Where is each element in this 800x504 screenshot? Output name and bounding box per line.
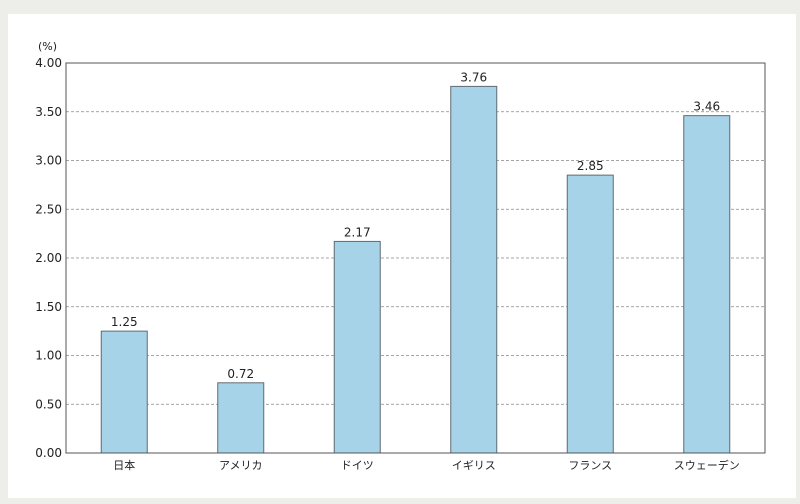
y-unit-label: (%) (38, 40, 57, 53)
y-tick-label: 1.00 (35, 349, 62, 363)
bar (333, 240, 381, 454)
category-label: フランス (568, 459, 612, 472)
category-label: イギリス (452, 459, 496, 472)
data-label: 0.72 (227, 367, 254, 381)
y-tick-label: 1.50 (35, 300, 62, 314)
bars (100, 85, 731, 454)
y-tick-label: 2.50 (35, 202, 62, 216)
category-label: 日本 (113, 458, 135, 472)
gridlines (66, 111, 765, 405)
category-label: スウェーデン (674, 458, 740, 472)
y-tick-label: 2.00 (35, 251, 62, 265)
data-label: 2.17 (344, 225, 371, 239)
category-label: ドイツ (341, 459, 374, 472)
y-tick-label: 3.00 (35, 154, 62, 168)
data-label: 3.76 (460, 70, 487, 84)
data-label: 1.25 (111, 315, 138, 329)
y-tick-label: 0.00 (35, 446, 62, 460)
bar-chart: (%) 0.00 0.50 1.00 1.50 2.00 2.50 3.00 3.50 4.00… (35, 40, 766, 472)
bar (450, 85, 498, 454)
data-label: 3.46 (693, 100, 720, 114)
category-label: アメリカ (219, 459, 262, 472)
plot-frame (65, 62, 766, 454)
bar (217, 382, 265, 454)
category-labels: 日本 アメリカ ドイツ イギリス フランス スウェーデン (113, 458, 740, 472)
y-tick-label: 3.50 (35, 105, 62, 119)
bar (100, 330, 148, 454)
y-tick-label: 0.50 (35, 397, 62, 411)
data-label: 2.85 (577, 159, 604, 173)
bar (566, 174, 614, 454)
data-labels: 1.25 0.72 2.17 3.76 2.85 3.46 (111, 70, 720, 380)
y-tick-labels: 0.00 0.50 1.00 1.50 2.00 2.50 3.00 3.50 4.00 (35, 56, 62, 460)
bar (683, 115, 731, 454)
y-tick-label: 4.00 (35, 56, 62, 70)
